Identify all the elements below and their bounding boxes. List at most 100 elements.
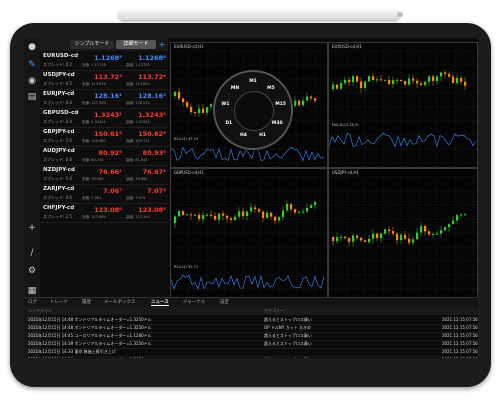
watchlist-row[interactable]: ZARJPY-cd スプレッド: 0.6 7.06⁷ 7.07³ 安値: 7.061 高値… xyxy=(40,185,168,204)
chart-indicator-label: RSI(14) 43.19 xyxy=(174,137,199,141)
candle-body xyxy=(274,216,277,221)
candle-body xyxy=(194,112,197,114)
candle-body xyxy=(380,79,383,81)
candle-body xyxy=(314,201,317,206)
watchlist-row[interactable]: GBPJPY-cd スプレッド: 1.0 150.61⁶ 150.62⁴ 安値: 150… xyxy=(40,128,168,147)
bid-price[interactable]: 7.06⁷ xyxy=(82,187,122,195)
candle-body xyxy=(364,81,367,89)
candle-body xyxy=(202,215,205,220)
user-icon[interactable]: ● xyxy=(27,42,37,52)
bid-price[interactable]: 1.1268⁵ xyxy=(82,54,122,62)
plus-icon[interactable]: + xyxy=(27,223,37,233)
chart-indicator-label: MACD(12,26,9) xyxy=(332,123,359,127)
candle-body xyxy=(384,79,387,81)
candle-body xyxy=(376,233,379,239)
timeframe-option[interactable]: M30 xyxy=(270,121,284,126)
candle-body xyxy=(218,213,221,220)
mode-toolbar: シンプルモード 詳細モード + xyxy=(40,38,168,51)
timeframe-option[interactable]: MN xyxy=(228,86,242,91)
candle-body xyxy=(452,76,455,84)
high-price: 高値: 81.041 xyxy=(126,158,148,162)
tab-item[interactable]: トレード xyxy=(50,299,68,305)
bid-price[interactable]: 150.61⁶ xyxy=(82,130,122,138)
candle-body xyxy=(372,233,375,239)
candle-body xyxy=(432,76,435,82)
pencil-icon[interactable]: ✎ xyxy=(27,60,37,70)
candle-body xyxy=(336,84,339,89)
timeframe-option[interactable]: W1 xyxy=(218,102,232,107)
ask-price[interactable]: 113.72⁶ xyxy=(126,73,166,81)
bid-price[interactable]: 76.66¹ xyxy=(82,168,122,176)
candle-body xyxy=(234,216,237,220)
candle-body xyxy=(174,91,177,96)
bid-price[interactable]: 123.08⁰ xyxy=(82,206,122,214)
news-row[interactable]: 2021年12月15日 14:29 ユーロリアルタイムオーダー=1.2850ドル… xyxy=(24,356,478,358)
simple-mode-button[interactable]: シンプルモード xyxy=(70,40,114,49)
watchlist-row[interactable]: EURUSD-cd スプレッド: 0.2 1.1268⁵ 1.1268⁸ 安値: 1.1… xyxy=(40,52,168,71)
candle-body xyxy=(404,81,407,85)
candle-body xyxy=(368,76,371,82)
watchlist-row[interactable]: CHFJPY-cd スプレッド: 2.5 123.08⁰ 123.08⁵ 安値: 122… xyxy=(40,204,168,223)
ask-price[interactable]: 1.1268⁸ xyxy=(126,54,166,62)
candle-body xyxy=(178,211,181,217)
detail-mode-button[interactable]: 詳細モード xyxy=(116,40,156,49)
ask-price[interactable]: 150.62⁴ xyxy=(126,130,166,138)
candle-body xyxy=(460,77,463,82)
bid-price[interactable]: 1.3243¹ xyxy=(82,111,122,119)
ask-price[interactable]: 1.3243⁵ xyxy=(126,111,166,119)
high-price: 高値: 128.274 xyxy=(126,101,150,105)
high-price: 高値: 7.079 xyxy=(126,196,146,200)
bid-price[interactable]: 128.16¹ xyxy=(82,92,122,100)
candle-body xyxy=(340,83,343,89)
settings-icon[interactable]: ⚙ xyxy=(27,266,37,276)
tab-item[interactable]: ログ xyxy=(28,299,37,305)
bid-price[interactable]: 80.92⁹ xyxy=(82,149,122,157)
tab-item[interactable]: 設定 xyxy=(220,299,229,305)
timeframe-option[interactable]: M15 xyxy=(274,102,288,107)
candle-body xyxy=(210,103,213,108)
candle-body xyxy=(452,220,455,225)
candle-body xyxy=(270,212,273,217)
chart-eurusd-macd[interactable]: EURUSD-cd,H1 MACD(12,26,9) xyxy=(328,42,478,168)
candle-body xyxy=(388,79,391,85)
watchlist-row[interactable]: NZDJPY-cd スプレッド: 1.0 76.66¹ 76.67¹ 安値: 76.56… xyxy=(40,166,168,185)
candle-body xyxy=(380,233,383,239)
timeframe-option[interactable]: D1 xyxy=(222,121,236,126)
watchlist-row[interactable]: USDJPY-cd スプレッド: 0.2 113.72³ 113.72⁶ 安値: 113… xyxy=(40,71,168,90)
tab-item[interactable]: ニュース xyxy=(151,299,169,306)
timeframe-option[interactable]: M5 xyxy=(264,86,278,91)
document-icon[interactable]: ▤ xyxy=(27,92,37,102)
chart-usdjpy[interactable]: USDJPY-cd,H1 xyxy=(328,168,478,298)
watchlist-row[interactable]: AUDJPY-cd スプレッド: 0.6 80.92⁹ 80.93⁵ 安値: 80.71… xyxy=(40,147,168,166)
candle-body xyxy=(202,108,205,113)
low-price: 安値: 76.560 xyxy=(82,177,104,181)
high-price: 高値: 123.144 xyxy=(126,215,150,219)
bid-price[interactable]: 113.72³ xyxy=(82,73,122,81)
timeframe-dial[interactable]: M1 M5 M15 M30 H1 H4 D1 W1 MN xyxy=(213,70,293,150)
candle-body xyxy=(242,211,245,216)
news-headline: 2021年12月15日 14:29 ユーロリアルタイムオーダー=1.2850ドル xyxy=(28,357,152,358)
ask-price[interactable]: 7.07³ xyxy=(126,187,166,195)
tab-item[interactable]: ジャーナル xyxy=(183,299,205,305)
candle-body xyxy=(294,100,297,106)
timeframe-option[interactable]: H1 xyxy=(256,133,270,138)
grid-icon[interactable]: ▦ xyxy=(27,286,37,296)
add-symbol-button[interactable]: + xyxy=(158,40,166,49)
watchlist-row[interactable]: EURJPY-cd スプレッド: 0.4 128.16¹ 128.16⁵ 安値: 127… xyxy=(40,90,168,109)
timeframe-option[interactable]: M1 xyxy=(246,79,260,84)
brush-icon[interactable]: / xyxy=(27,248,37,258)
chart-gbpusd[interactable]: GBPUSD-cd,H1 RSI(14) 55.72 xyxy=(170,168,328,298)
tab-item[interactable]: メールボックス xyxy=(104,299,135,305)
watchlist-row[interactable]: GBPUSD-cd スプレッド: 0.4 1.3243¹ 1.3243⁵ 安値: 1.3… xyxy=(40,109,168,128)
tab-item[interactable]: 履歴 xyxy=(82,299,91,305)
chat-icon[interactable]: ◉ xyxy=(27,76,37,86)
ask-price[interactable]: 80.93⁵ xyxy=(126,149,166,157)
ask-price[interactable]: 128.16⁵ xyxy=(126,92,166,100)
candle-body xyxy=(310,96,313,99)
candle-body xyxy=(230,218,233,220)
timeframe-option[interactable]: H4 xyxy=(236,133,250,138)
ask-price[interactable]: 123.08⁵ xyxy=(126,206,166,214)
candle-body xyxy=(344,236,347,239)
ask-price[interactable]: 76.67¹ xyxy=(126,168,166,176)
candle-body xyxy=(388,229,391,232)
